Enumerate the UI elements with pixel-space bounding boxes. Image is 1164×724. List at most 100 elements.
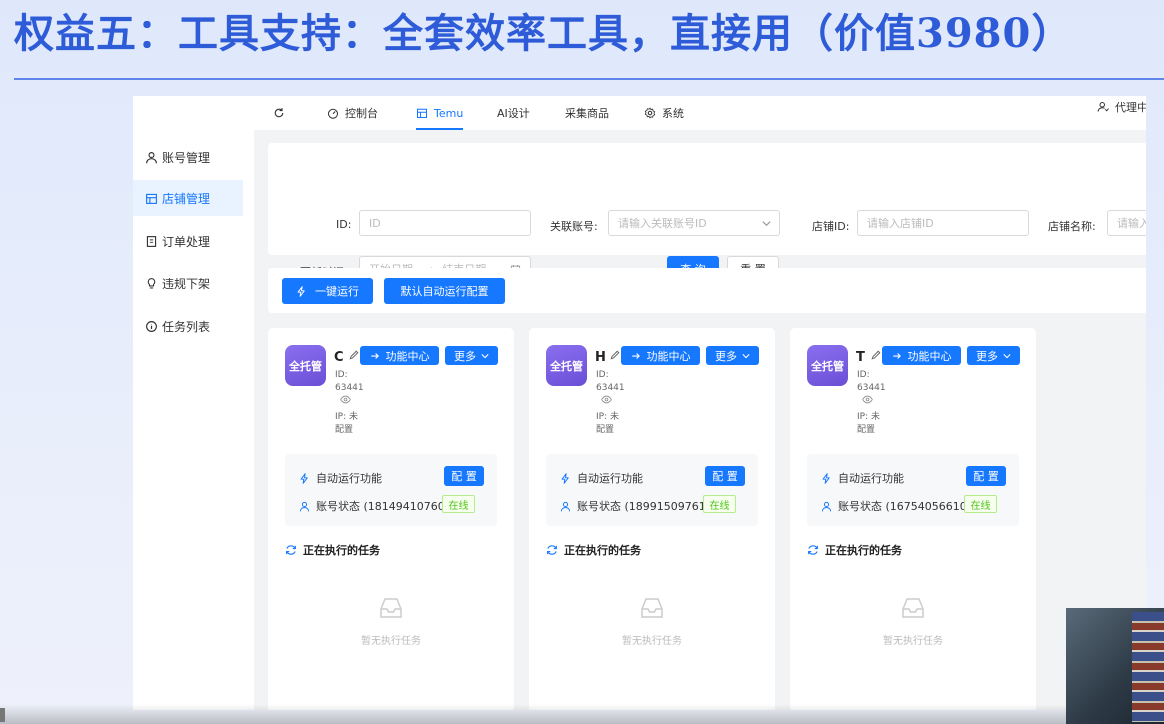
shop-name-input[interactable]: 请输入 — [1107, 210, 1146, 236]
running-tasks-title: 正在执行的任务 — [546, 542, 641, 558]
chevron-down-icon — [1003, 353, 1011, 358]
sidebar-item-violations[interactable]: 违规下架 — [133, 265, 243, 301]
store-name: T — [856, 350, 865, 365]
tab-label: Temu — [434, 106, 464, 120]
auto-run-row: 自动运行功能 — [821, 470, 904, 486]
tab-label: AI设计 — [497, 107, 530, 120]
tab-label: 系统 — [662, 107, 684, 120]
sidebar-item-orders[interactable]: 订单处理 — [133, 223, 243, 259]
status-badge: 在线 — [703, 495, 736, 513]
empty-inbox-icon — [380, 598, 402, 618]
running-tasks-title: 正在执行的任务 — [285, 542, 380, 558]
slide-title: 权益五：工具支持：全套效率工具，直接用（价值3980） — [14, 10, 1073, 57]
eye-icon[interactable] — [601, 394, 612, 405]
sidebar-item-label: 账号管理 — [162, 150, 211, 165]
id-label: ID: — [336, 218, 352, 231]
tab-collect-products[interactable]: 采集商品 — [565, 102, 609, 124]
function-center-button[interactable]: 功能中心 — [360, 346, 439, 365]
user-icon — [560, 501, 571, 511]
tab-ai-design[interactable]: AI设计 — [497, 102, 530, 124]
auto-run-row: 自动运行功能 — [560, 470, 643, 486]
sidebar-item-label: 店铺管理 — [162, 191, 211, 206]
auto-run-label: 自动运行功能 — [316, 472, 382, 485]
shop-id-input[interactable]: 请输入店铺ID — [857, 210, 1029, 236]
arrow-right-icon — [631, 352, 640, 359]
shop-name-label: 店铺名称: — [1048, 220, 1096, 233]
ip-line-1: IP: 未 — [596, 412, 619, 422]
run-all-button[interactable]: 一键运行 — [282, 278, 373, 304]
webcam-overlay — [1066, 608, 1164, 724]
id-input[interactable]: ID — [359, 210, 531, 236]
store-icon — [416, 108, 428, 119]
tab-system[interactable]: 系统 — [644, 102, 684, 124]
store-name: H — [595, 350, 606, 365]
edit-icon[interactable] — [609, 349, 621, 361]
eye-icon[interactable] — [862, 394, 873, 405]
function-center-label: 功能中心 — [385, 349, 430, 363]
config-button[interactable]: 配 置 — [705, 466, 745, 486]
default-config-button[interactable]: 默认自动运行配置 — [384, 278, 505, 304]
auto-run-row: 自动运行功能 — [299, 470, 382, 486]
more-button[interactable]: 更多 — [445, 346, 498, 365]
title-divider — [14, 78, 1164, 80]
lightning-icon — [822, 472, 830, 484]
shop-id-label: 店铺ID: — [812, 220, 850, 233]
bulb-icon — [147, 277, 156, 288]
store-icon — [146, 193, 157, 204]
bookshelf-background — [1132, 612, 1164, 722]
edge-marker — [0, 708, 5, 722]
running-tasks-label: 正在执行的任务 — [303, 544, 380, 557]
tab-label: 控制台 — [345, 107, 378, 120]
sidebar-item-label: 任务列表 — [162, 319, 211, 334]
user-label: 代理中 — [1115, 101, 1146, 114]
more-label: 更多 — [976, 349, 998, 363]
more-button[interactable]: 更多 — [706, 346, 759, 365]
tab-dashboard[interactable]: 控制台 — [327, 102, 378, 124]
function-center-button[interactable]: 功能中心 — [882, 346, 961, 365]
card-status-box: 自动运行功能 配 置 账号状态 (16754056610) 在线 — [807, 454, 1019, 526]
chevron-down-icon — [742, 353, 750, 358]
card-status-box: 自动运行功能 配 置 账号状态 (18991509761) 在线 — [546, 454, 758, 526]
empty-tasks-text: 暂无执行任务 — [622, 636, 682, 647]
action-bar: 一键运行 默认自动运行配置 — [268, 268, 1146, 313]
function-center-button[interactable]: 功能中心 — [621, 346, 700, 365]
eye-icon[interactable] — [340, 394, 351, 405]
store-card: 全托管 T 功能中心 更多 ID: 63441 IP: 未 配置 自动运行功能 … — [790, 328, 1036, 710]
refresh-button[interactable] — [273, 102, 291, 124]
ip-line-1: IP: 未 — [857, 412, 880, 422]
shop-id-placeholder: 请输入店铺ID — [867, 217, 934, 230]
account-status-label: 账号状态 (18991509761) — [577, 500, 711, 513]
config-button[interactable]: 配 置 — [444, 466, 484, 486]
user-menu[interactable]: 代理中 — [1097, 96, 1146, 118]
refresh-icon — [274, 108, 284, 118]
sidebar-item-accounts[interactable]: 账号管理 — [133, 139, 243, 175]
empty-inbox-icon — [902, 598, 924, 618]
tab-label: 采集商品 — [565, 107, 609, 120]
ip-line-2: 配置 — [596, 425, 615, 435]
edit-icon[interactable] — [348, 349, 360, 361]
edit-icon[interactable] — [870, 349, 882, 361]
sidebar-item-tasks[interactable]: 任务列表 — [133, 308, 243, 344]
more-label: 更多 — [454, 349, 476, 363]
app-window: 账号管理 店铺管理 订单处理 违规下架 任务列表 控制台 Temu AI设计 采… — [133, 96, 1146, 710]
bottom-shadow — [0, 704, 1066, 724]
linked-account-select[interactable]: 请输入关联账号ID — [608, 210, 780, 236]
gear-icon — [644, 107, 656, 119]
user-icon — [146, 151, 157, 163]
store-id-label: ID: — [857, 370, 870, 380]
card-status-box: 自动运行功能 配 置 账号状态 (18149410760) 在线 — [285, 454, 497, 526]
account-status-row: 账号状态 (18991509761) — [560, 498, 710, 514]
ip-line-1: IP: 未 — [335, 412, 358, 422]
more-button[interactable]: 更多 — [967, 346, 1020, 365]
tab-temu[interactable]: Temu — [416, 102, 464, 130]
status-badge: 在线 — [964, 495, 997, 513]
running-tasks-label: 正在执行的任务 — [564, 544, 641, 557]
config-button[interactable]: 配 置 — [966, 466, 1006, 486]
store-logo: 全托管 — [546, 345, 587, 386]
arrow-right-icon — [370, 352, 379, 359]
user-icon — [299, 501, 310, 511]
sidebar-item-stores[interactable]: 店铺管理 — [133, 180, 243, 216]
empty-tasks-text: 暂无执行任务 — [883, 636, 943, 647]
empty-inbox-icon — [641, 598, 663, 618]
sync-icon — [286, 545, 296, 555]
